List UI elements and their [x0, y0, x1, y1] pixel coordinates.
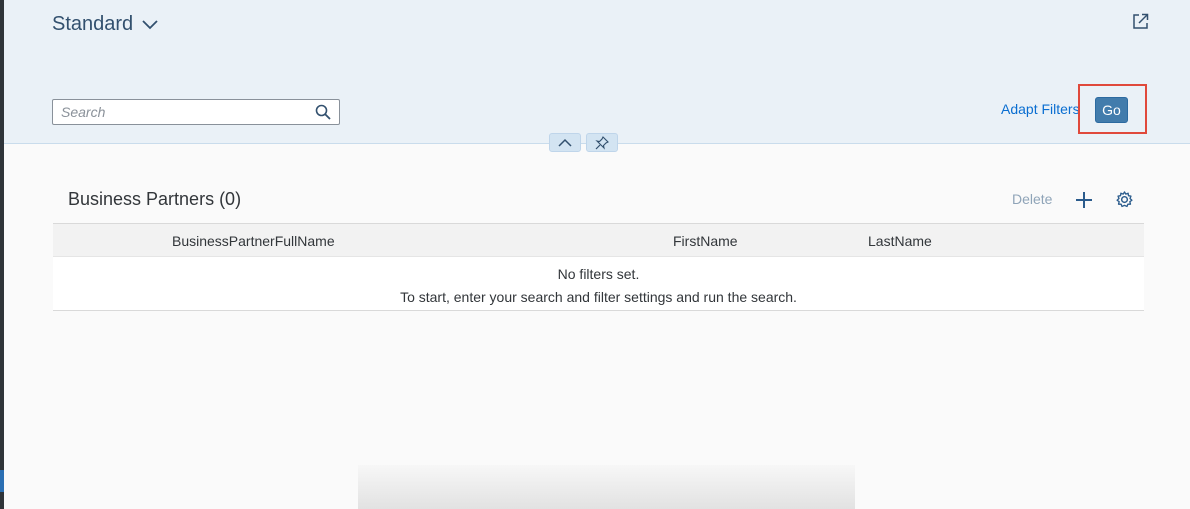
- empty-message-title: No filters set.: [557, 266, 640, 282]
- pin-header-button[interactable]: [586, 133, 618, 152]
- add-icon[interactable]: [1075, 191, 1093, 209]
- column-header-firstname[interactable]: FirstName: [673, 233, 738, 249]
- search-icon[interactable]: [315, 104, 331, 120]
- chevron-down-icon[interactable]: [141, 16, 159, 34]
- chevron-up-icon: [558, 138, 572, 147]
- footer-shadow: [358, 465, 855, 509]
- gear-icon[interactable]: [1115, 190, 1134, 209]
- business-partners-table: BusinessPartnerFullName FirstName LastNa…: [53, 223, 1144, 311]
- share-icon[interactable]: [1132, 12, 1150, 30]
- filter-bar-header: Standard Adapt Filters Go: [4, 0, 1190, 144]
- collapse-header-button[interactable]: [549, 133, 581, 152]
- window-edge-accent: [0, 470, 4, 492]
- variant-title: Standard: [52, 13, 134, 35]
- search-field[interactable]: [52, 99, 340, 125]
- delete-button[interactable]: Delete: [1012, 191, 1052, 207]
- table-header-row: BusinessPartnerFullName FirstName LastNa…: [53, 224, 1144, 257]
- table-empty-state: No filters set. To start, enter your sea…: [53, 257, 1144, 310]
- pin-icon: [595, 135, 609, 150]
- column-header-lastname[interactable]: LastName: [868, 233, 932, 249]
- table-title: Business Partners (0): [68, 189, 242, 209]
- go-button[interactable]: Go: [1095, 97, 1128, 123]
- variant-selector[interactable]: Standard: [52, 13, 159, 36]
- empty-message-description: To start, enter your search and filter s…: [400, 289, 797, 305]
- adapt-filters-link[interactable]: Adapt Filters: [1001, 101, 1080, 117]
- search-input[interactable]: [53, 100, 303, 124]
- column-header-businesspartnerfullname[interactable]: BusinessPartnerFullName: [172, 233, 335, 249]
